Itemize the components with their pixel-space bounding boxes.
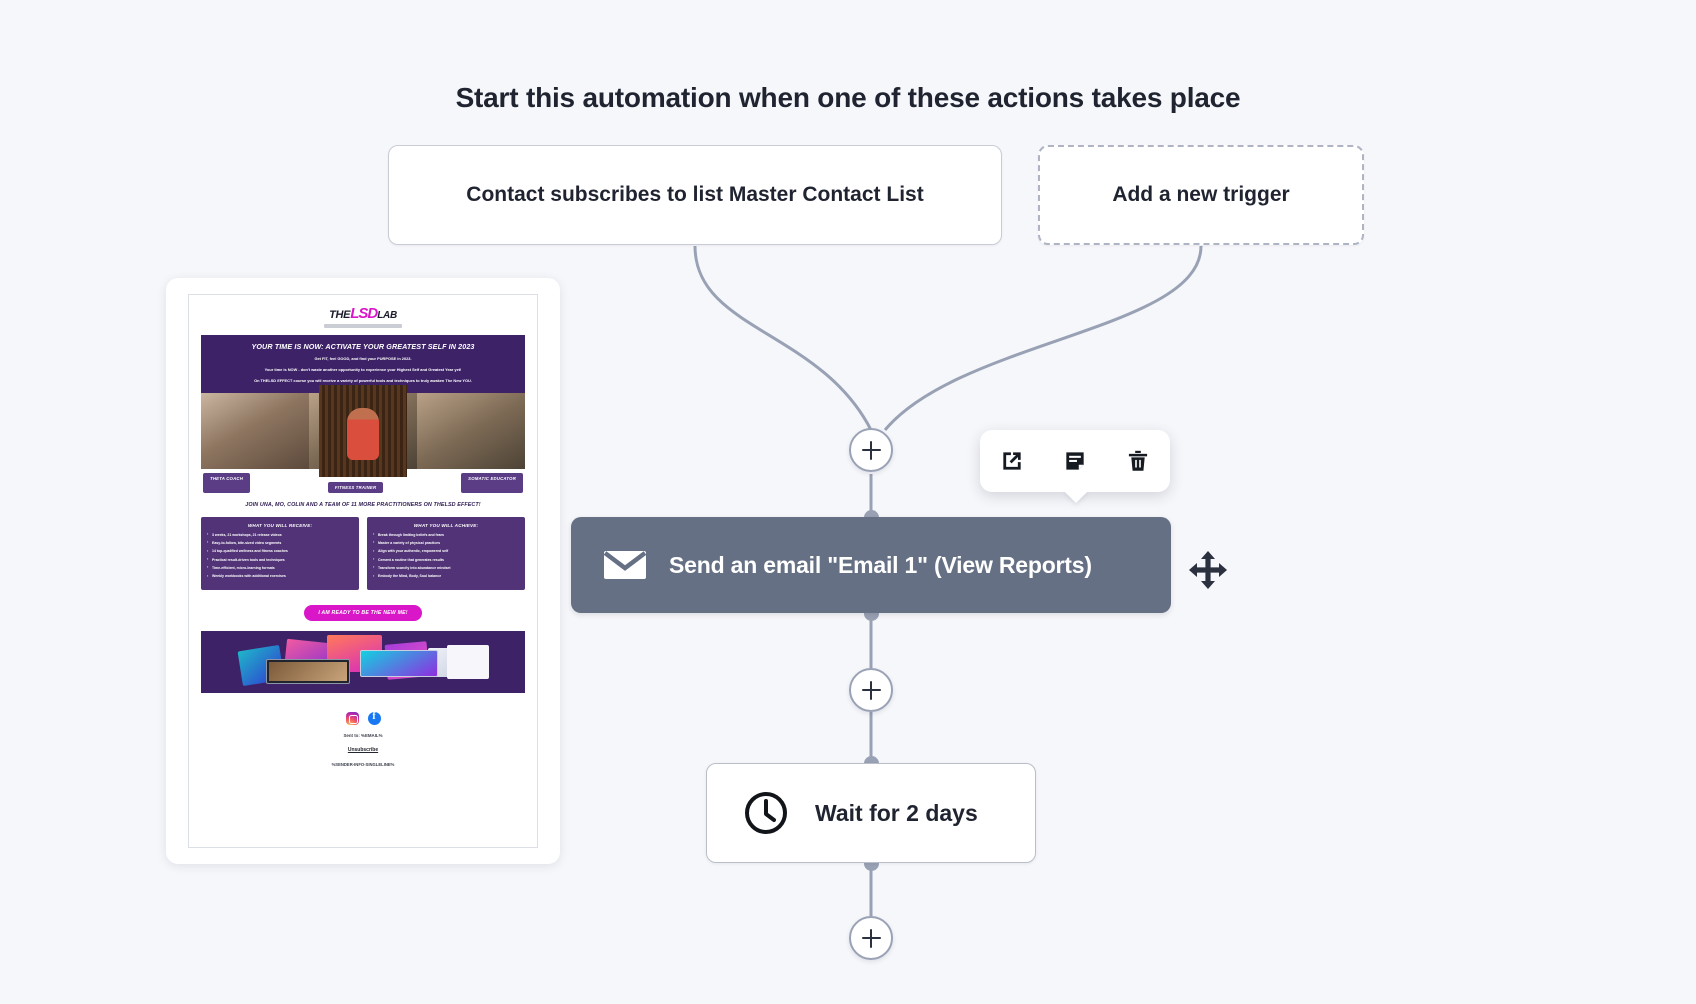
envelope-icon: [603, 551, 647, 579]
add-step-button-middle[interactable]: [849, 668, 893, 712]
send-email-label: Send an email "Email 1" (View Reports): [669, 551, 1092, 578]
trigger-contact-subscribes[interactable]: Contact subscribes to list Master Contac…: [388, 145, 1002, 245]
sent-to-text: Sent to: %EMAIL%: [343, 733, 383, 739]
achieve-list: Break through limiting beliefs and fears…: [373, 532, 519, 579]
trash-icon[interactable]: [1125, 448, 1151, 474]
product-laptop: [265, 658, 351, 684]
unsubscribe-link[interactable]: Unsubscribe: [199, 747, 527, 753]
external-link-icon[interactable]: [999, 448, 1025, 474]
achieve-item: Master a variety of physical practices: [373, 540, 519, 546]
hero-line-2: Your time is NOW - don't waste another o…: [264, 366, 462, 372]
add-step-button-bottom[interactable]: [849, 916, 893, 960]
achieve-column: WHAT YOU WILL ACHIEVE: Break through lim…: [367, 516, 525, 591]
product-monitor: [359, 650, 438, 678]
add-new-trigger-button[interactable]: Add a new trigger: [1038, 145, 1364, 245]
email-preview-content: THELSDLAB YOUR TIME IS NOW: ACTIVATE YOU…: [188, 294, 538, 848]
email-preview-card[interactable]: THELSDLAB YOUR TIME IS NOW: ACTIVATE YOU…: [166, 278, 560, 864]
photo-somatic-educator: [417, 392, 525, 469]
logo-tagline: [324, 324, 402, 328]
email-cta: I AM READY TO BE THE NEW ME!: [201, 601, 525, 622]
receive-item: 3 weeks, 21 workshops, 21 release videos: [207, 532, 353, 538]
add-step-button-top[interactable]: [849, 428, 893, 472]
product-document: [447, 645, 490, 679]
hero-line-1: Get FIT, feel GOOD, and find your PURPOS…: [314, 356, 412, 361]
clock-icon: [745, 792, 787, 834]
achieve-item: Cement a routine that generates results: [373, 557, 519, 563]
receive-item: Easy-to-follow, bite-sized video segment…: [207, 540, 353, 546]
wait-node[interactable]: Wait for 2 days: [706, 763, 1036, 863]
receive-column: WHAT YOU WILL RECEIVE: 3 weeks, 21 works…: [201, 516, 359, 591]
receive-item: Weekly workbooks with additional exercis…: [207, 574, 353, 579]
email-join-line: JOIN UNA, MO, COLIN AND A TEAM OF 11 MOR…: [245, 501, 481, 508]
logo-lab: LAB: [377, 310, 397, 321]
move-arrows-icon[interactable]: [1186, 548, 1230, 592]
receive-title: WHAT YOU WILL RECEIVE:: [247, 522, 313, 528]
email-preview-body: THELSDLAB YOUR TIME IS NOW: ACTIVATE YOU…: [189, 295, 537, 694]
receive-item: Time-efficient, micro-learning formats: [207, 565, 353, 571]
trigger-label: Contact subscribes to list Master Contac…: [466, 183, 924, 206]
logo-the: THE: [329, 309, 351, 321]
hero-heading: YOUR TIME IS NOW: ACTIVATE YOUR GREATEST…: [251, 342, 475, 351]
sender-info-text: %SENDER-INFO-SINGLELINE%: [331, 762, 395, 768]
receive-list: 3 weeks, 21 workshops, 21 release videos…: [207, 532, 353, 579]
achieve-item: Embody the Mind, Body, Soul balance: [373, 574, 519, 579]
page-title: Start this automation when one of these …: [455, 82, 1241, 113]
role-badge-0: THETA COACH: [203, 472, 250, 493]
duplicate-icon[interactable]: [1062, 448, 1088, 474]
photo-fitness-trainer: [319, 384, 407, 477]
email-photo-row: [201, 384, 525, 477]
receive-item: 14 top-qualified wellness and fitness co…: [207, 549, 353, 554]
email-product-image: [201, 631, 525, 694]
achieve-item: Break through limiting beliefs and fears: [373, 532, 519, 538]
wait-label: Wait for 2 days: [815, 799, 978, 826]
role-badge-2: SOMATIC EDUCATOR: [461, 472, 523, 493]
role-badge-1: FITNESS TRAINER: [327, 481, 384, 493]
email-logo: THELSDLAB: [201, 305, 525, 322]
facebook-icon[interactable]: [367, 711, 381, 726]
automation-canvas: Start this automation when one of these …: [0, 0, 1696, 1004]
node-action-toolbar: [980, 430, 1170, 492]
email-benefit-columns: WHAT YOU WILL RECEIVE: 3 weeks, 21 works…: [201, 516, 525, 591]
cta-button-label: I AM READY TO BE THE NEW ME!: [304, 605, 422, 622]
add-trigger-label: Add a new trigger: [1112, 183, 1290, 206]
instagram-icon[interactable]: [345, 712, 359, 726]
logo-lsd: LSD: [350, 305, 378, 322]
social-links: [199, 711, 527, 726]
achieve-item: Transform scarcity into abundance mindse…: [373, 565, 519, 571]
achieve-item: Align with your authentic, empowered sel…: [373, 549, 519, 554]
photo-theta-coach: [201, 392, 309, 469]
send-email-node[interactable]: Send an email "Email 1" (View Reports): [571, 517, 1171, 613]
email-footer: Sent to: %EMAIL% Unsubscribe %SENDER-INF…: [189, 693, 537, 847]
achieve-title: WHAT YOU WILL ACHIEVE:: [413, 522, 479, 528]
hero-line-3: On THELSD EFFECT course you will receive…: [254, 377, 472, 383]
receive-item: Practical result-driven tools and techni…: [207, 557, 353, 563]
